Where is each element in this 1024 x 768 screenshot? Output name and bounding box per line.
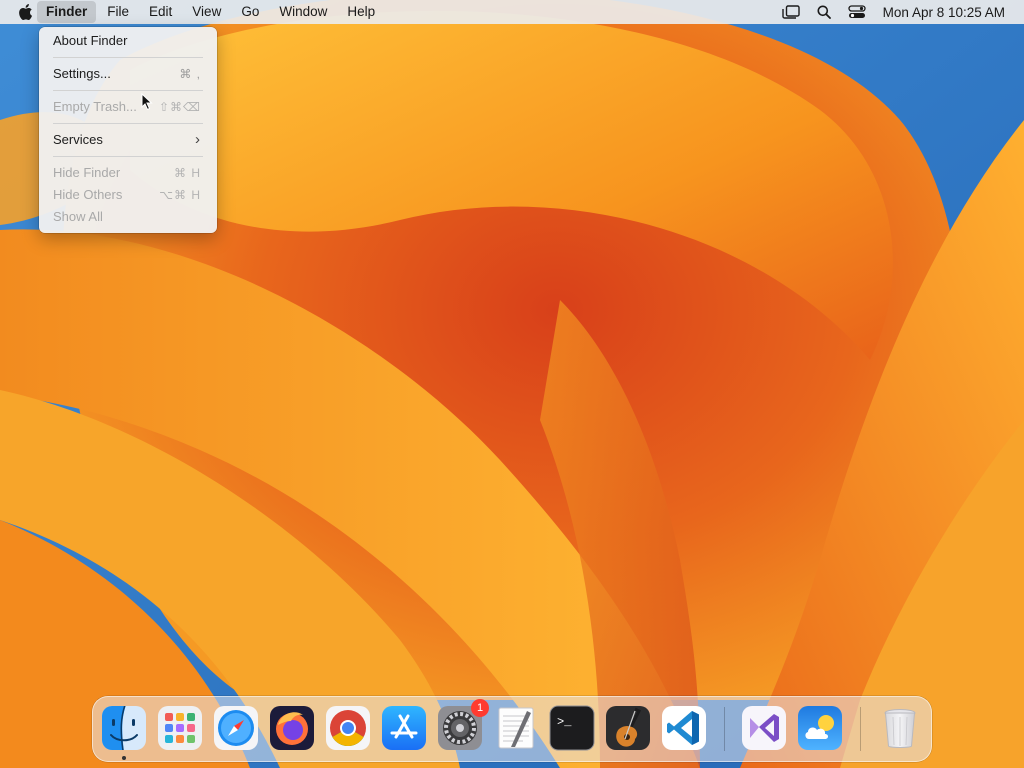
menu-help[interactable]: Help (338, 1, 384, 23)
dock-app-visual-studio[interactable] (741, 705, 787, 751)
menu-item-services[interactable]: Services › (53, 130, 201, 150)
menu-item-label: About Finder (53, 33, 128, 48)
menu-item-label: Empty Trash... (53, 99, 137, 114)
control-center-icon[interactable] (845, 0, 869, 24)
menu-item-shortcut: ⌘ , (179, 67, 201, 81)
terminal-prompt: >_ (557, 715, 572, 729)
menu-edit[interactable]: Edit (140, 1, 181, 23)
menu-item-hide-finder: Hide Finder ⌘ H (53, 163, 201, 183)
menu-item-label: Services (53, 132, 103, 147)
stage-manager-icon[interactable] (779, 0, 803, 24)
dock-app-firefox[interactable] (269, 705, 315, 751)
dock-separator (724, 707, 725, 751)
dock-app-textedit[interactable] (493, 705, 539, 751)
garageband-icon (606, 706, 650, 750)
weather-icon (798, 706, 842, 750)
menu-window[interactable]: Window (270, 1, 336, 23)
menu-separator (53, 57, 203, 58)
dock-app-terminal[interactable]: >_ (549, 705, 595, 751)
menu-view[interactable]: View (183, 1, 230, 23)
trash-icon (884, 709, 916, 748)
dock-app-launchpad[interactable] (157, 705, 203, 751)
textedit-icon (498, 707, 534, 749)
notification-badge: 1 (471, 699, 489, 717)
menu-file[interactable]: File (98, 1, 138, 23)
menu-item-label: Hide Others (53, 187, 123, 202)
vscode-icon (662, 706, 706, 750)
apple-icon (19, 4, 32, 20)
finder-icon (102, 706, 146, 750)
menu-bar-clock[interactable]: Mon Apr 8 10:25 AM (883, 5, 1005, 20)
menu-item-settings[interactable]: Settings... ⌘ , (53, 64, 201, 84)
menu-finder[interactable]: Finder (37, 1, 97, 23)
menu-item-label: Hide Finder (53, 165, 121, 180)
launchpad-icon (158, 706, 202, 750)
spotlight-search-icon[interactable] (812, 0, 836, 24)
dock-app-vscode[interactable] (661, 705, 707, 751)
safari-icon (214, 706, 258, 750)
dock-app-trash[interactable] (877, 705, 923, 751)
menu-bar: Finder File Edit View Go Window Help Mon… (0, 0, 1024, 24)
menu-item-label: Settings... (53, 66, 111, 81)
menu-item-label: Show All (53, 209, 103, 224)
dock-app-garageband[interactable] (605, 705, 651, 751)
chevron-right-icon: › (195, 131, 201, 148)
dock-app-finder[interactable] (101, 705, 147, 751)
menu-item-about-finder[interactable]: About Finder (53, 31, 201, 51)
running-indicator (122, 756, 126, 760)
mouse-cursor (141, 92, 153, 111)
chrome-icon (326, 706, 370, 750)
terminal-icon: >_ (549, 705, 595, 751)
firefox-icon (270, 706, 314, 750)
menu-item-shortcut: ⇧⌘⌫ (158, 100, 201, 114)
menu-go[interactable]: Go (232, 1, 268, 23)
menu-item-show-all: Show All (53, 207, 201, 227)
finder-dropdown-menu: About Finder Settings... ⌘ , Empty Trash… (39, 27, 217, 233)
visual-studio-icon (742, 706, 786, 750)
menu-item-empty-trash: Empty Trash... ⇧⌘⌫ (53, 97, 201, 117)
menu-separator (53, 156, 203, 157)
menu-item-shortcut: ⌘ H (174, 166, 201, 180)
dock-app-system-settings[interactable]: 1 (437, 699, 489, 751)
dock-app-safari[interactable] (213, 705, 259, 751)
dock-app-weather[interactable] (797, 705, 843, 751)
apple-menu-button[interactable] (15, 0, 35, 24)
menu-item-shortcut: ⌥⌘ H (159, 188, 201, 202)
dock-separator (860, 707, 861, 751)
menu-item-hide-others: Hide Others ⌥⌘ H (53, 185, 201, 205)
dock: 1 >_ (92, 696, 932, 762)
menu-separator (53, 90, 203, 91)
dock-app-app-store[interactable] (381, 705, 427, 751)
menu-separator (53, 123, 203, 124)
app-store-icon (382, 706, 426, 750)
dock-app-chrome[interactable] (325, 705, 371, 751)
